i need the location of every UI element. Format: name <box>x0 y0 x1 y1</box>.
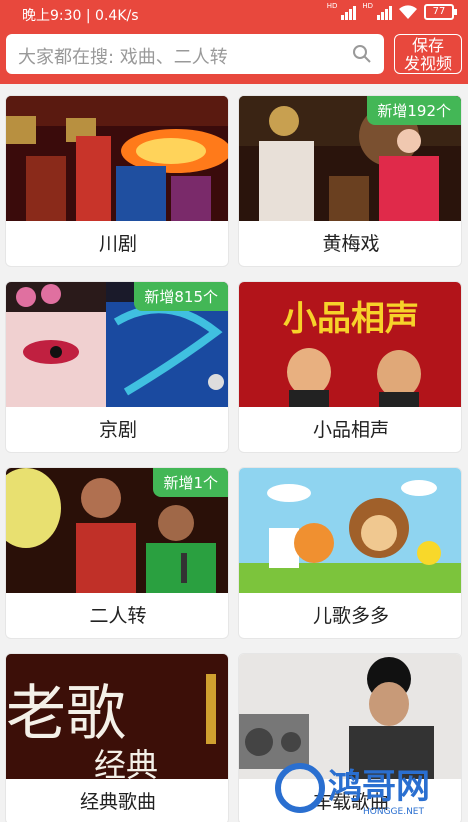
category-label: 黄梅戏 <box>322 233 380 255</box>
hd-icon: HD <box>326 2 338 10</box>
status-icons: HD HD 77 <box>326 2 457 20</box>
category-label: 京剧 <box>98 419 137 441</box>
publish-label: 发视频 <box>403 54 452 73</box>
search-placeholder: 大家都在搜: 戏曲、二人转 <box>18 47 228 68</box>
category-card-jingju[interactable]: 新增815个 京剧 <box>5 281 229 453</box>
category-card-ergeduoduo[interactable]: 儿歌多多 <box>238 467 462 639</box>
category-label: 小品相声 <box>312 419 389 441</box>
search-icon[interactable] <box>352 44 372 64</box>
category-card-chuanju[interactable]: 川剧 <box>5 95 229 267</box>
new-count-badge: 新增815个 <box>134 282 228 311</box>
save-label: 保存 <box>411 36 444 55</box>
category-card-huangmeixi[interactable]: 新增192个 黄梅戏 <box>238 95 462 267</box>
status-bar: 晚上9:30 | 0.4K/s HD HD 77 <box>0 0 468 28</box>
app-header: 晚上9:30 | 0.4K/s HD HD 77 大家都在搜: 戏曲、二人转 保… <box>0 0 468 84</box>
jingdian-thumbnail: 老歌 经典 <box>6 654 228 779</box>
jingdian-thumb-main: 老歌 <box>6 679 126 749</box>
xiaopin-thumb-text: 小品相声 <box>283 299 419 339</box>
category-label: 儿歌多多 <box>312 605 389 627</box>
signal-icon <box>341 4 357 20</box>
search-input[interactable]: 大家都在搜: 戏曲、二人转 <box>6 34 384 74</box>
category-label: 川剧 <box>98 233 137 255</box>
status-time: 晚上9:30 | 0.4K/s <box>22 8 139 24</box>
watermark-logo: 鸿哥网 HONGGE.NET <box>275 763 430 817</box>
save-publish-button[interactable]: 保存 发视频 <box>394 34 462 74</box>
wifi-icon <box>399 5 417 19</box>
watermark-text: 鸿哥网 <box>328 767 430 807</box>
category-card-errenzhuan[interactable]: 新增1个 二人转 <box>5 467 229 639</box>
category-card-xiaopin[interactable]: 小品相声 小品相声 <box>238 281 462 453</box>
new-count-badge: 新增192个 <box>367 96 461 125</box>
category-label: 二人转 <box>89 605 147 627</box>
new-count-badge: 新增1个 <box>153 468 228 497</box>
ergeduoduo-thumbnail <box>239 468 461 593</box>
xiaopin-thumbnail: 小品相声 <box>239 282 461 407</box>
hd-icon: HD <box>362 2 373 10</box>
category-label: 经典歌曲 <box>79 791 156 813</box>
signal-icon <box>377 4 392 20</box>
jingdian-thumb-sub: 经典 <box>94 746 158 779</box>
watermark-sub: HONGGE.NET <box>363 807 424 817</box>
chuanju-thumbnail <box>6 96 228 221</box>
battery-icon: 77 <box>424 4 457 20</box>
category-card-jingdian[interactable]: 老歌 经典 经典歌曲 <box>5 653 229 822</box>
